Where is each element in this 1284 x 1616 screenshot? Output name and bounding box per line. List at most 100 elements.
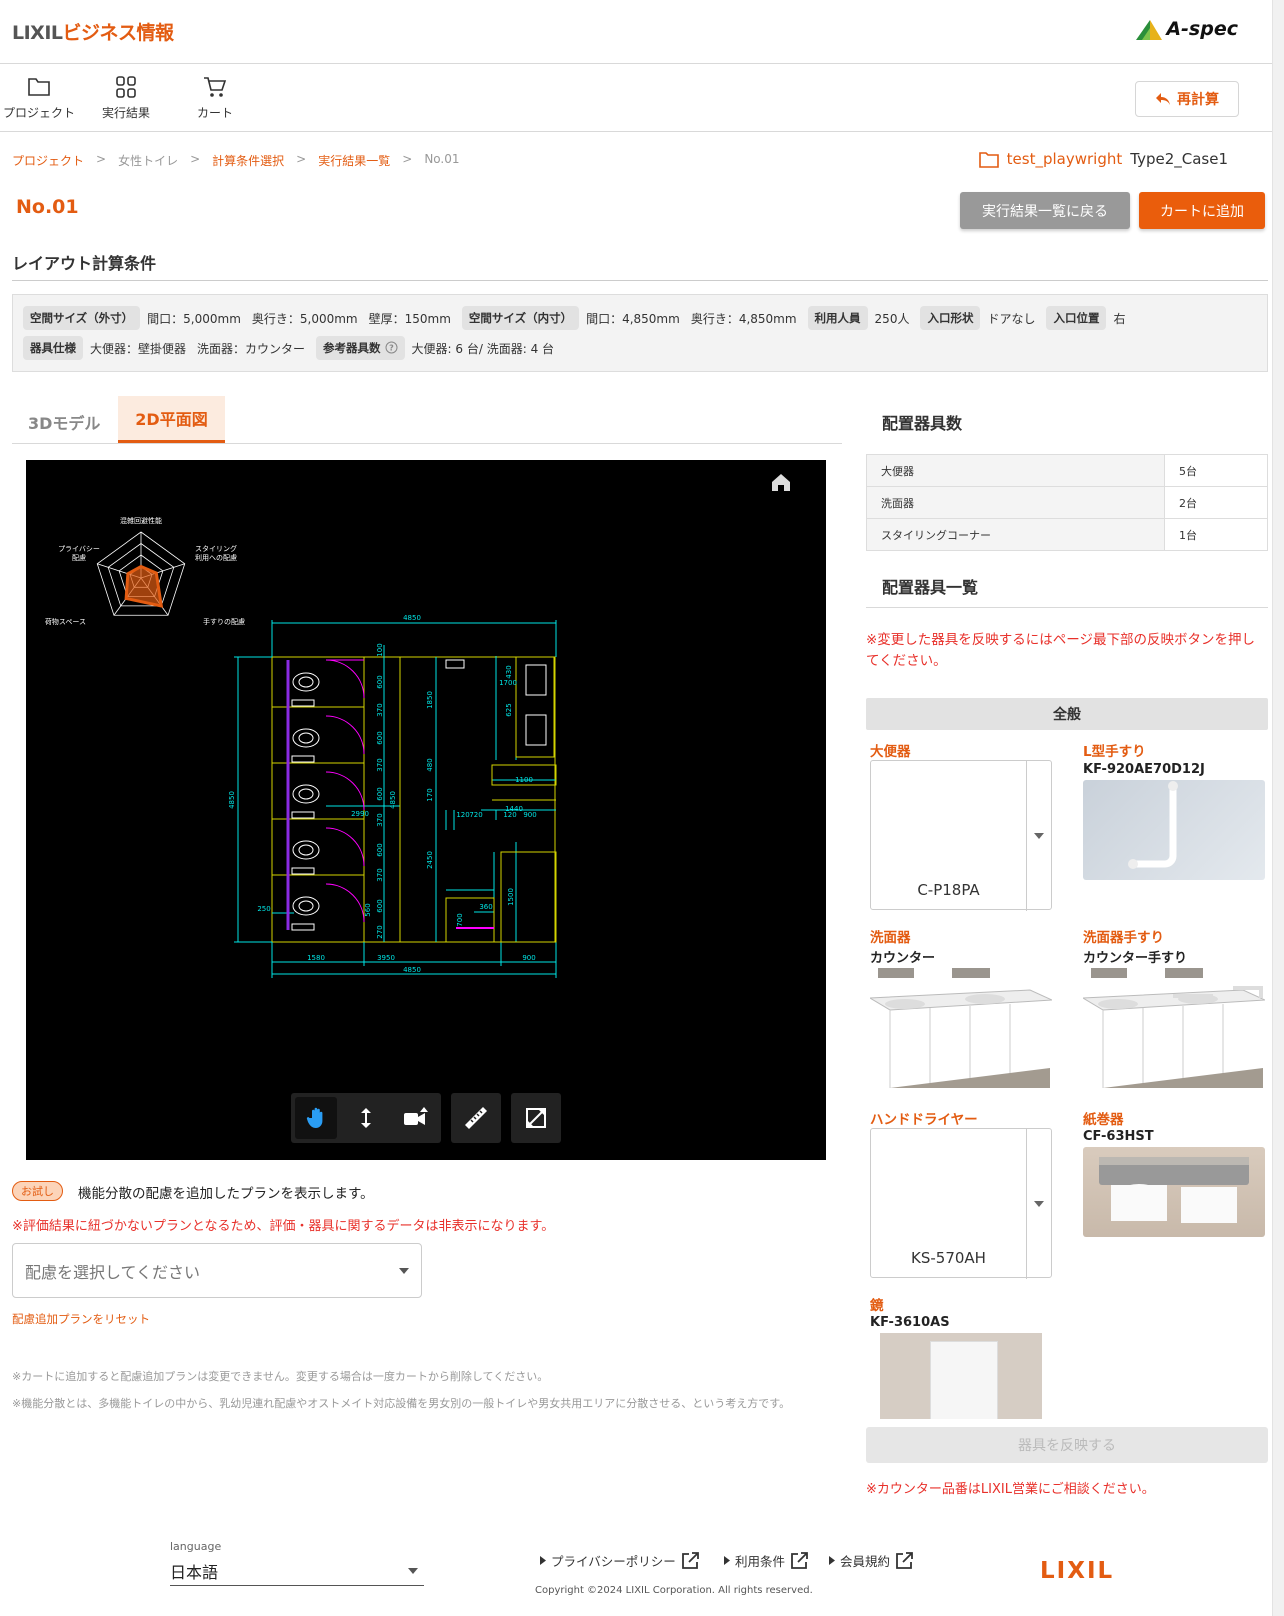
caret-right-icon	[540, 1556, 546, 1565]
language-select[interactable]: 日本語	[170, 1556, 424, 1586]
entrance-pos-label: 入口位置	[1046, 306, 1107, 330]
toilet-select[interactable]: C-P18PA	[870, 760, 1052, 911]
pan-tool-button[interactable]	[295, 1097, 337, 1139]
dim-480: 480	[426, 758, 434, 771]
brand-suffix: ビジネス情報	[62, 22, 175, 44]
dim-900a: 900	[523, 811, 536, 819]
trial-badge: お試し	[12, 1181, 63, 1201]
nav-results[interactable]: 実行結果	[81, 76, 171, 121]
dryer-select[interactable]: KS-570AH	[870, 1128, 1052, 1279]
measure-button[interactable]	[451, 1093, 501, 1143]
mirror-image[interactable]	[880, 1333, 1042, 1419]
brand-logo[interactable]: LIXILビジネス情報	[12, 18, 174, 45]
dim-100: 100	[376, 643, 384, 656]
recalculate-button[interactable]: 再計算	[1135, 81, 1239, 117]
vertical-scrollbar[interactable]	[1272, 0, 1284, 1616]
dim-700: 700	[456, 913, 464, 926]
counter-note: ※カウンター品番はLIXIL営業にご相談ください。	[866, 1482, 1155, 1497]
basin-category: 洗面器	[870, 930, 911, 946]
project-name[interactable]: test_playwright	[1007, 150, 1123, 168]
section-title: レイアウト計算条件	[12, 254, 157, 273]
tab-2d-plan[interactable]: 2D平面図	[118, 396, 225, 443]
fixture-count-table: 大便器 5台 洗面器 2台 スタイリングコーナー 1台	[866, 454, 1268, 551]
lrail-image[interactable]	[1083, 780, 1265, 880]
expand-icon	[526, 1108, 546, 1128]
add-to-cart-button[interactable]: カートに追加	[1139, 192, 1265, 229]
chevron-down-icon	[408, 1567, 418, 1574]
dim-1850: 1850	[426, 691, 434, 709]
plan-viewer[interactable]: 混雑回避性能 スタイリング利用への配慮 手すりの配慮 荷物スペース プライバシー…	[26, 460, 826, 1160]
basin-model: カウンター	[870, 951, 936, 966]
row-name: 洗面器	[866, 486, 1165, 519]
trial-warning: ※評価結果に紐づかないプランとなるため、評価・器具に関するデータは非表示になりま…	[12, 1219, 555, 1234]
chevron-down-icon	[1026, 761, 1051, 911]
recalculate-label: 再計算	[1177, 92, 1219, 108]
tab-3d-model[interactable]: 3Dモデル	[28, 410, 100, 434]
basin-image[interactable]	[870, 966, 1052, 1088]
help-icon[interactable]: ?	[385, 341, 398, 354]
ref-count-label-text: 参考器具数	[323, 341, 381, 355]
conditions-panel: 空間サイズ（外寸） 間口：5,000mm 奥行き：5,000mm 壁厚：150m…	[12, 294, 1268, 372]
vertical-move-button[interactable]	[345, 1097, 387, 1139]
breadcrumb-conditions[interactable]: 計算条件選択	[212, 152, 284, 169]
radar-axis-3: 荷物スペース	[45, 617, 86, 626]
privacy-link[interactable]: プライバシーポリシー	[540, 1551, 699, 1570]
back-to-results-button[interactable]: 実行結果一覧に戻る	[960, 192, 1130, 229]
toilet-select-value: C-P18PA	[917, 881, 980, 899]
language-label: language	[170, 1540, 222, 1553]
chevron-down-icon	[1026, 1129, 1051, 1279]
page-title: No.01	[16, 196, 79, 218]
member-terms-link[interactable]: 会員規約	[829, 1551, 913, 1570]
paper-image[interactable]	[1083, 1147, 1265, 1237]
svg-text:?: ?	[389, 344, 394, 353]
breadcrumb-results[interactable]: 実行結果一覧	[318, 152, 390, 169]
language-value: 日本語	[170, 1562, 219, 1582]
basin-rail-image[interactable]	[1083, 966, 1265, 1088]
outer-size-label: 空間サイズ（外寸）	[23, 306, 141, 330]
inner-depth: 奥行き：4,850mm	[690, 311, 797, 326]
nav-cart-label: カート	[196, 106, 233, 120]
camera-button[interactable]	[395, 1097, 437, 1139]
radar-axis-0: 混雑回避性能	[120, 516, 162, 525]
ref-count-value: 大便器: 6 台/ 洗面器: 4 台	[411, 341, 555, 356]
dim-430: 430	[505, 665, 513, 678]
consideration-select[interactable]: 配慮を選択してください	[12, 1243, 422, 1298]
folder-icon	[28, 78, 50, 96]
nav-cart[interactable]: カート	[170, 76, 260, 121]
caret-right-icon	[829, 1556, 835, 1565]
terms-link[interactable]: 利用条件	[724, 1551, 808, 1570]
reset-plan-link[interactable]: 配慮追加プランをリセット	[12, 1311, 150, 1327]
basin-rail-category: 洗面器手すり	[1083, 930, 1164, 946]
outer-depth: 奥行き：5,000mm	[251, 311, 358, 326]
reflect-fixtures-button[interactable]: 器具を反映する	[866, 1427, 1268, 1463]
breadcrumb-project[interactable]: プロジェクト	[12, 152, 84, 169]
camera-icon	[404, 1107, 428, 1125]
fullscreen-button[interactable]	[511, 1093, 561, 1143]
dim-1700: 1700	[499, 679, 517, 687]
dim-900b: 900	[522, 954, 535, 962]
dim-1100: 1100	[515, 776, 533, 784]
entrance-label: 入口形状	[920, 306, 981, 330]
wall-thickness: 壁厚：150mm	[368, 311, 451, 326]
dim-1500: 1500	[507, 888, 515, 906]
paper-category: 紙巻器	[1083, 1112, 1124, 1128]
fixture-group-header: 全般	[866, 698, 1268, 730]
folder-icon	[978, 151, 999, 168]
distribution-note: ※機能分散とは、多機能トイレの中から、乳幼児連れ配慮やオストメイト対応設備を男女…	[12, 1397, 791, 1410]
dim-2990: 2990	[351, 810, 369, 818]
nav-project[interactable]: プロジェクト	[0, 76, 84, 121]
grid-icon	[116, 76, 136, 98]
external-link-icon	[681, 1551, 699, 1569]
dim-total-width-top: 4850	[403, 614, 421, 622]
outer-width: 間口：5,000mm	[147, 311, 241, 326]
inner-width: 間口：4,850mm	[586, 311, 680, 326]
plan-drawing[interactable]: 混雑回避性能 スタイリング利用への配慮 手すりの配慮 荷物スペース プライバシー…	[26, 460, 826, 1160]
external-link-icon	[791, 1551, 808, 1569]
aspec-logo-icon	[1136, 20, 1163, 40]
home-icon[interactable]	[772, 474, 790, 491]
lixil-logo[interactable]: LIXIL	[1040, 1558, 1114, 1584]
dim-2450: 2450	[426, 851, 434, 869]
project-case: Type2_Case1	[1130, 150, 1228, 168]
dim-600b: 600	[376, 731, 384, 744]
toilet-spec: 大便器：壁掛便器	[90, 341, 187, 356]
